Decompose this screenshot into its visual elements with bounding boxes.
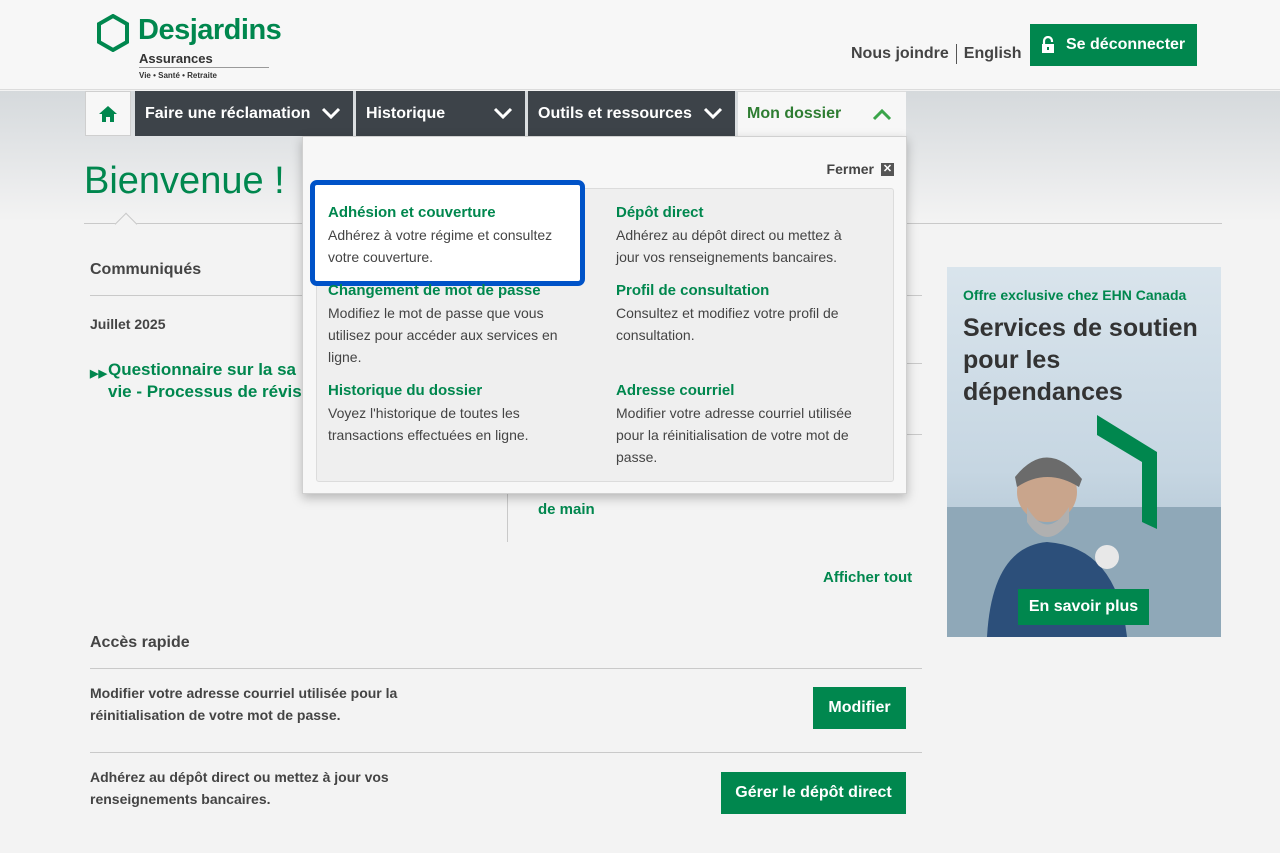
- news-title: Communiqués: [90, 261, 202, 278]
- quick-item-text: Modifier votre adresse courriel utilisée…: [90, 685, 398, 723]
- promo-title: Services de soutien pour les dépendances: [963, 314, 1198, 406]
- close-icon: ✕: [881, 162, 894, 176]
- chevron-down-icon: [321, 107, 341, 120]
- logo-tagline: Vie • Santé • Retraite: [139, 71, 217, 80]
- menu-item-title: Adresse courriel: [616, 382, 735, 399]
- manage-direct-deposit-button[interactable]: Gérer le dépôt direct: [721, 772, 906, 814]
- view-all-link[interactable]: Afficher tout: [823, 569, 912, 586]
- close-button[interactable]: Fermer ✕: [827, 161, 894, 177]
- logout-label: Se déconnecter: [1066, 36, 1186, 53]
- nav-item-my-file[interactable]: Mon dossier: [738, 91, 906, 136]
- quick-access-title: Accès rapide: [90, 634, 190, 651]
- home-icon: [99, 105, 117, 122]
- news-link-partial[interactable]: de main: [538, 501, 595, 518]
- news-link[interactable]: ▶▶ Questionnaire sur la sa vie - Process…: [90, 359, 320, 403]
- menu-item-desc: Consultez et modifiez votre profil de co…: [616, 305, 839, 343]
- menu-item-desc: Modifier votre adresse courriel utilisée…: [616, 405, 852, 465]
- quick-divider: [90, 668, 922, 669]
- menu-item-title: Dépôt direct: [616, 204, 704, 221]
- link-separator: [955, 44, 957, 64]
- promo-banner[interactable]: Offre exclusive chez EHN Canada Services…: [947, 267, 1221, 637]
- nav-home[interactable]: [85, 91, 131, 136]
- logo-divider: [139, 67, 269, 68]
- double-arrow-icon: ▶▶: [90, 368, 107, 380]
- chevron-down-icon: [493, 107, 513, 120]
- divider: [906, 363, 922, 364]
- menu-item-profile[interactable]: Profil de consultation Consultez et modi…: [616, 280, 866, 346]
- nav-item-tools[interactable]: Outils et ressources: [528, 91, 735, 136]
- menu-item-title: Adhésion et couverture: [328, 204, 496, 221]
- page-title: Bienvenue !: [84, 160, 285, 202]
- menu-item-desc: Modifiez le mot de passe que vous utilis…: [328, 305, 558, 365]
- learn-more-button[interactable]: En savoir plus: [1018, 589, 1149, 625]
- logo-name: Desjardins: [138, 14, 282, 46]
- contact-link[interactable]: Nous joindre: [851, 45, 949, 63]
- logout-button[interactable]: Se déconnecter: [1030, 24, 1197, 66]
- desjardins-logo[interactable]: Desjardins Assurances Vie • Santé • Retr…: [96, 12, 282, 84]
- nav-item-label: Historique: [366, 104, 446, 122]
- news-link-text: Questionnaire sur la sa vie - Processus …: [108, 360, 302, 401]
- menu-item-desc: Adhérez à votre régime et consultez votr…: [328, 227, 553, 265]
- site-header: Desjardins Assurances Vie • Santé • Retr…: [0, 0, 1280, 90]
- menu-item-email[interactable]: Adresse courriel Modifier votre adresse …: [616, 380, 866, 468]
- menu-item-title: Changement de mot de passe: [328, 282, 541, 299]
- nav-item-label: Mon dossier: [747, 105, 842, 122]
- hexagon-logo-icon: [97, 14, 129, 52]
- menu-item-desc: Voyez l'historique de toutes les transac…: [328, 405, 529, 443]
- close-label: Fermer: [826, 161, 874, 177]
- menu-item-title: Historique du dossier: [328, 382, 483, 399]
- nav-item-label: Faire une réclamation: [145, 104, 311, 122]
- modify-email-button[interactable]: Modifier: [813, 687, 906, 729]
- nav-item-label: Outils et ressources: [538, 104, 692, 122]
- promo-offer: Offre exclusive chez EHN Canada: [963, 287, 1187, 303]
- menu-item-enrollment[interactable]: Adhésion et couverture Adhérez à votre r…: [328, 202, 578, 268]
- top-links: Nous joindre English: [851, 44, 1022, 64]
- logo-subtitle: Assurances: [139, 51, 213, 66]
- chevron-up-icon: [872, 108, 892, 121]
- lock-icon: [1042, 36, 1054, 53]
- news-date: Juillet 2025: [90, 316, 166, 332]
- menu-item-direct-deposit[interactable]: Dépôt direct Adhérez au dépôt direct ou …: [616, 202, 866, 268]
- menu-item-desc: Adhérez au dépôt direct ou mettez à jour…: [616, 227, 842, 265]
- language-link[interactable]: English: [964, 45, 1022, 63]
- menu-item-title: Profil de consultation: [616, 282, 770, 299]
- nav-item-claim[interactable]: Faire une réclamation: [135, 91, 353, 136]
- chevron-down-icon: [703, 107, 723, 120]
- quick-item-text: Adhérez au dépôt direct ou mettez à jour…: [90, 769, 389, 807]
- menu-item-file-history[interactable]: Historique du dossier Voyez l'historique…: [328, 380, 578, 446]
- nav-item-history[interactable]: Historique: [356, 91, 525, 136]
- menu-item-password[interactable]: Changement de mot de passe Modifiez le m…: [328, 280, 578, 368]
- quick-divider: [90, 752, 922, 753]
- divider: [906, 434, 922, 435]
